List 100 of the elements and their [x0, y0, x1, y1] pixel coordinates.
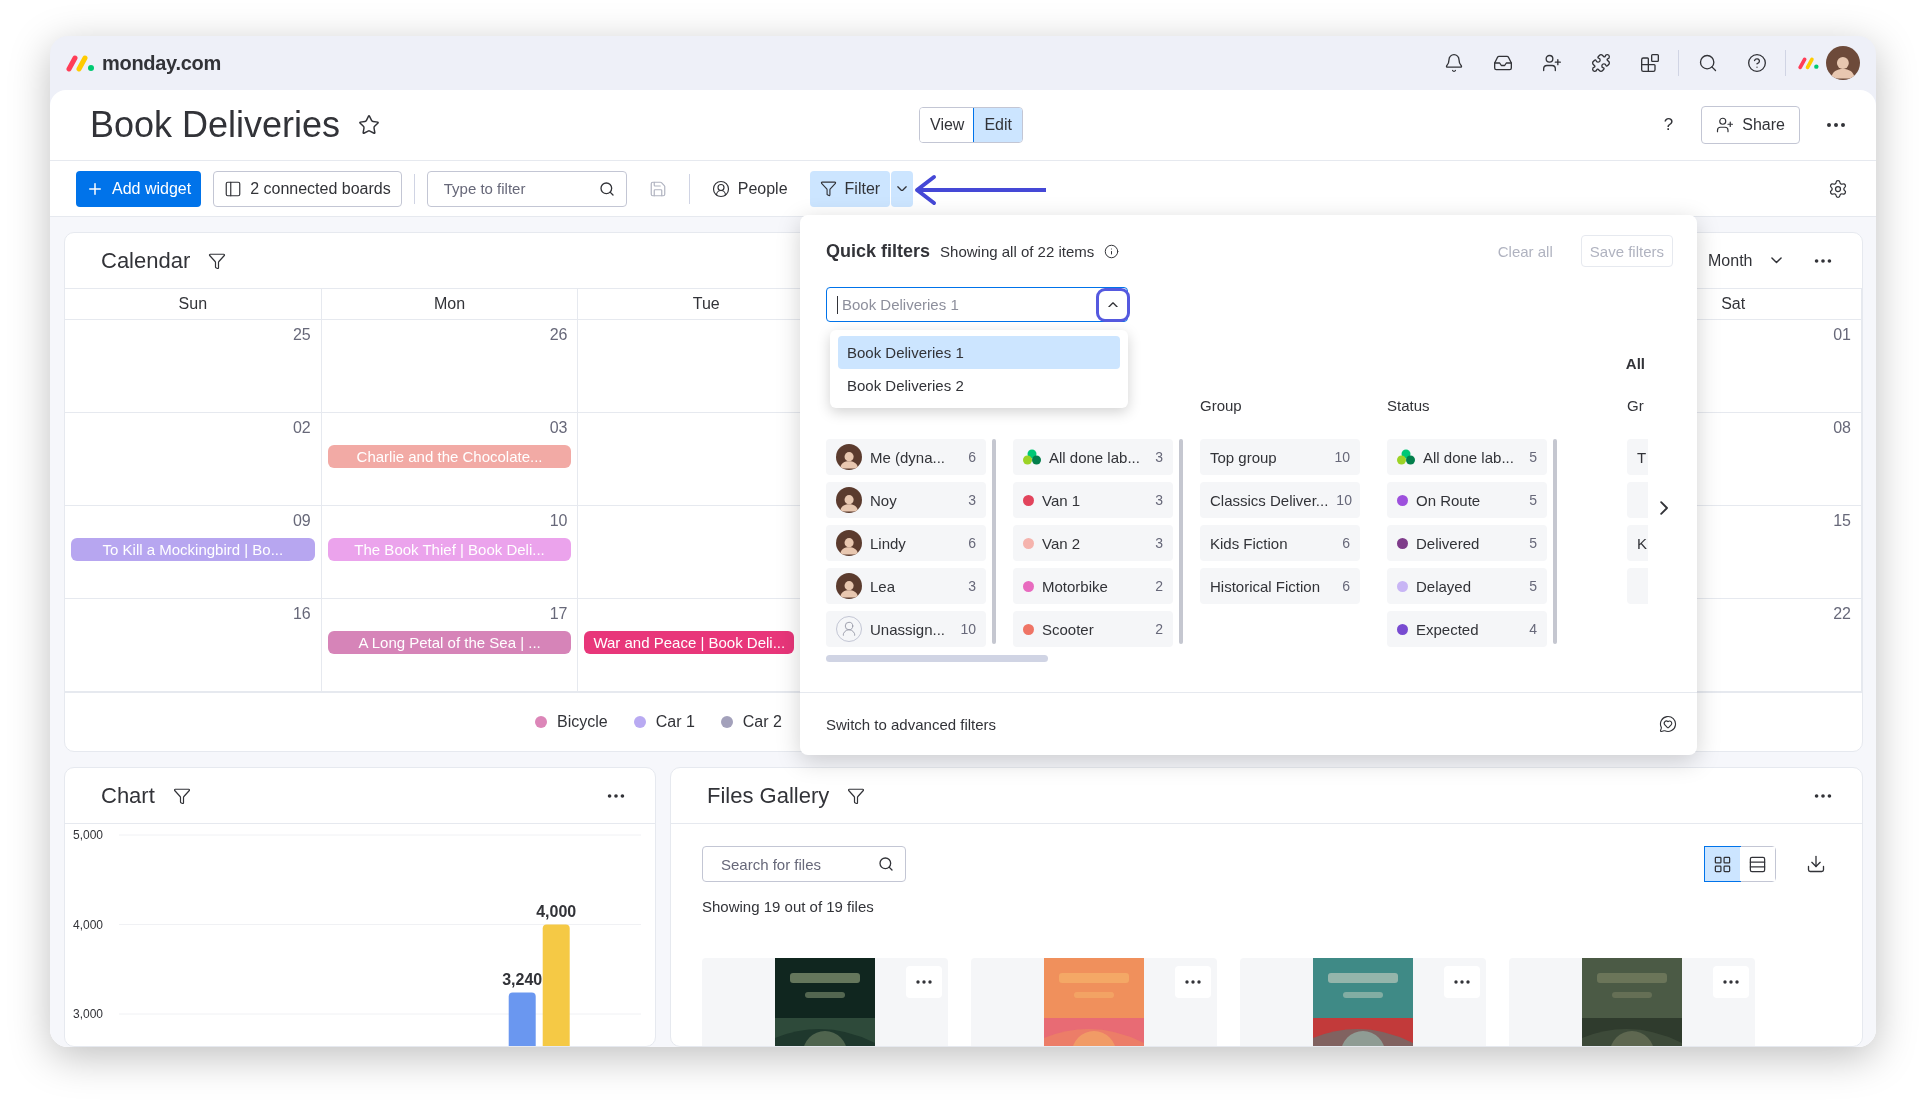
filter-icon[interactable]	[208, 251, 227, 270]
person-icon	[711, 179, 730, 198]
date-number: 26	[549, 326, 568, 345]
filter-chip[interactable]: Scooter 2	[1013, 611, 1173, 647]
star-icon[interactable]	[358, 114, 381, 136]
filter-field[interactable]: Type to filter	[426, 170, 627, 207]
filter-chip[interactable]: Noy 3	[826, 482, 986, 518]
widget-title: Files Gallery	[707, 782, 830, 809]
widget-title: Calendar	[101, 247, 191, 274]
menu-option[interactable]: Book Deliveries 1	[838, 336, 1120, 369]
filter-chip[interactable]: On Route 5	[1387, 482, 1547, 518]
filter-button[interactable]: Filter	[809, 170, 891, 207]
filter-chip[interactable]: Delayed 5	[1387, 568, 1547, 604]
menu-option[interactable]: Book Deliveries 2	[838, 369, 1120, 402]
list-icon	[1748, 854, 1767, 874]
data-label: 4,000	[536, 902, 577, 920]
date-number: 16	[292, 605, 311, 624]
bar	[508, 992, 536, 1046]
filter-chip[interactable]: T	[1627, 439, 1648, 475]
axis-label: 5,000	[73, 828, 104, 842]
item-count: Showing all of 22 items	[940, 242, 1095, 260]
filter-icon	[819, 180, 837, 197]
avatar-icon[interactable]	[1826, 46, 1860, 80]
filter-chip[interactable]: Kids Fiction 6	[1200, 525, 1360, 561]
filter-icon[interactable]	[172, 786, 191, 805]
logo-text: monday.com	[102, 51, 221, 75]
chevron-down-icon	[1771, 257, 1782, 264]
advanced-filters-link[interactable]: Switch to advanced filters	[826, 715, 997, 733]
more-button[interactable]	[906, 966, 942, 998]
chevron-down-icon	[897, 185, 908, 192]
column-heading: Group	[1200, 397, 1242, 414]
legend-label: Car 1	[655, 713, 695, 731]
date-number: 25	[292, 326, 311, 345]
scrollbar[interactable]	[826, 655, 1048, 662]
legend-label: Car 2	[742, 713, 782, 731]
date-number: 09	[292, 512, 311, 531]
filter-chip[interactable]: Lea 3	[826, 568, 986, 604]
more-button[interactable]	[1175, 966, 1211, 998]
invite-icon	[1716, 116, 1735, 134]
list-view-button[interactable]	[1740, 847, 1775, 881]
scrollbar[interactable]	[1179, 439, 1183, 644]
weekday-label: Sat	[1721, 295, 1746, 313]
date-number: 01	[1833, 326, 1851, 345]
filter-chip[interactable]: Classics Deliver... 10	[1200, 482, 1360, 518]
connected-boards-button[interactable]: 2 connected boards	[213, 170, 402, 207]
filter-icon[interactable]	[847, 786, 866, 805]
widget-title: Chart	[101, 782, 155, 809]
search-icon	[598, 180, 615, 197]
more-button[interactable]	[1444, 966, 1480, 998]
panel-icon	[224, 179, 243, 198]
scrollbar[interactable]	[992, 439, 996, 644]
filter-chip[interactable]: All done lab... 3	[1013, 439, 1173, 475]
column-heading: Gr	[1627, 397, 1644, 414]
grid-icon	[1713, 854, 1732, 874]
avatar-icon	[836, 444, 862, 470]
weekday-label: Mon	[434, 295, 466, 313]
date-number: 08	[1833, 419, 1851, 438]
filter-chip[interactable]: Historical Fiction 6	[1200, 568, 1360, 604]
logo-icon	[1798, 56, 1820, 70]
event-bar[interactable]: War and Peace | Book Deli...	[584, 631, 795, 654]
filter-chip[interactable]: Expected 4	[1387, 611, 1547, 647]
share-button[interactable]: Share	[1701, 106, 1800, 144]
filter-chip[interactable]: Top group 10	[1200, 439, 1360, 475]
filter-chip[interactable]: Van 2 3	[1013, 525, 1173, 561]
date-number: 02	[292, 419, 311, 438]
avatar-icon	[836, 530, 862, 556]
grid-view-button[interactable]	[1705, 847, 1740, 881]
expand-button[interactable]	[1096, 287, 1130, 322]
filter-chip[interactable]: Lindy 6	[826, 525, 986, 561]
add-widget-button[interactable]: Add widget	[76, 170, 202, 207]
filter-chip[interactable]: Motorbike 2	[1013, 568, 1173, 604]
search-field[interactable]: Search for files	[702, 846, 906, 882]
filter-chip[interactable]: Van 1 3	[1013, 482, 1173, 518]
weekday-label: Tue	[692, 295, 720, 313]
avatar-icon	[836, 487, 862, 513]
filter-menu-button[interactable]	[891, 170, 914, 207]
info-icon[interactable]	[1104, 243, 1120, 259]
weekday-label: Sun	[178, 295, 208, 313]
all-label[interactable]: All	[1625, 355, 1645, 377]
avatar-icon	[836, 573, 862, 599]
filter-chip[interactable]: Me (dyna... 6	[826, 439, 986, 475]
people-button[interactable]: People	[701, 170, 798, 207]
more-icon	[1723, 980, 1739, 984]
filter-chip[interactable]: Delivered 5	[1387, 525, 1547, 561]
mode-tab[interactable]: Edit	[974, 108, 1022, 142]
filter-chip[interactable]: K	[1627, 525, 1648, 561]
more-icon	[1454, 980, 1470, 984]
logo-icon	[66, 54, 96, 72]
scrollbar[interactable]	[1553, 439, 1557, 644]
search-icon	[878, 856, 894, 872]
more-icon	[1185, 980, 1201, 984]
axis-label: 4,000	[73, 917, 104, 932]
axis-label: 3,000	[73, 1007, 104, 1021]
filter-chip[interactable]: Unassign... 10	[826, 611, 986, 647]
chevron-right-icon	[1660, 501, 1669, 515]
help-button[interactable]: ?	[1655, 115, 1682, 135]
board-title: Book Deliveries	[90, 104, 341, 146]
more-button[interactable]	[1713, 966, 1749, 998]
filter-chip[interactable]: All done lab... 5	[1387, 439, 1547, 475]
feedback-icon[interactable]	[1659, 715, 1677, 733]
